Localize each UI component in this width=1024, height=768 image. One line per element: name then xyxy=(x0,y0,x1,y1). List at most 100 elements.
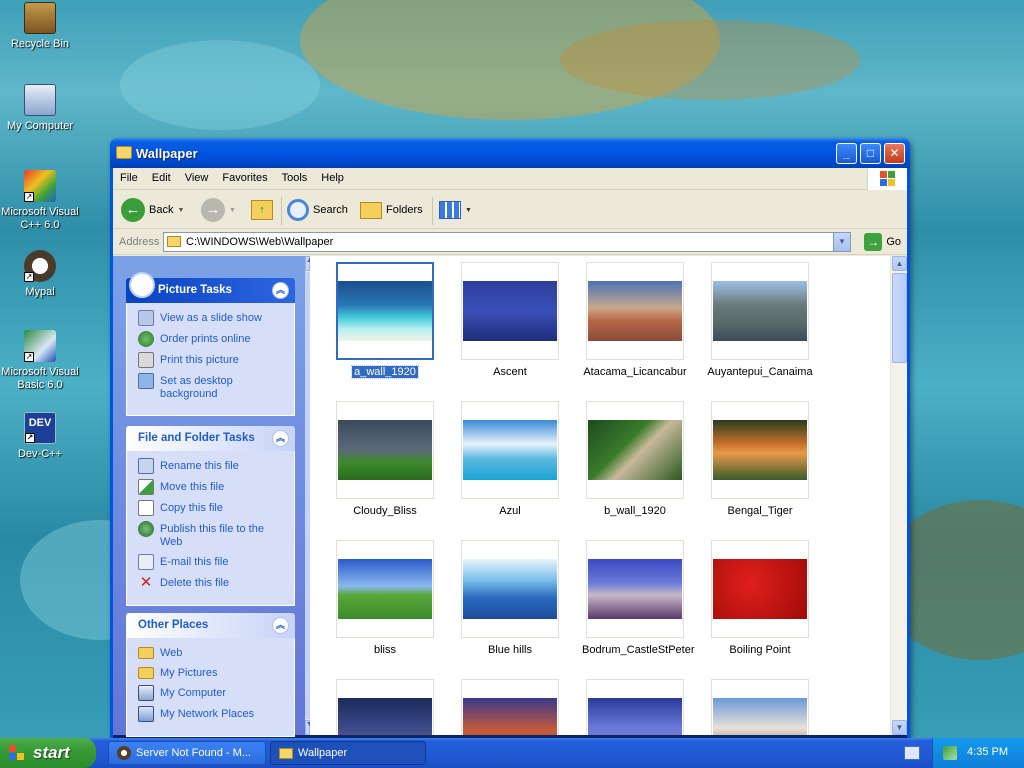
window-title: Wallpaper xyxy=(136,146,198,161)
place-my-pictures[interactable]: My Pictures xyxy=(138,667,286,680)
task-label: Rename this file xyxy=(160,460,239,472)
task-order-prints[interactable]: Order prints online xyxy=(138,331,286,347)
forward-button[interactable]: → ▼ xyxy=(201,197,236,223)
thumbnail xyxy=(713,559,807,619)
file-item-partial[interactable] xyxy=(705,679,815,735)
keyboard-icon[interactable] xyxy=(904,746,920,760)
file-name: Ascent xyxy=(493,366,527,378)
file-item[interactable]: Blue hills xyxy=(455,540,565,656)
maximize-button[interactable]: □ xyxy=(860,143,881,164)
taskbar-item-wallpaper[interactable]: Wallpaper xyxy=(270,741,426,765)
back-button[interactable]: ← Back ▼ xyxy=(121,197,184,223)
go-button[interactable]: → Go xyxy=(864,233,901,251)
file-item[interactable]: Auyantepui_Canaima xyxy=(705,262,815,378)
file-name: Azul xyxy=(499,505,521,517)
task-copy-file[interactable]: Copy this file xyxy=(138,500,286,516)
address-label: Address xyxy=(119,236,160,248)
collapse-chevron-icon[interactable]: ︽ xyxy=(272,617,289,634)
menu-help[interactable]: Help xyxy=(314,168,351,190)
thumbnail xyxy=(463,559,557,619)
file-item-partial[interactable] xyxy=(580,679,690,735)
file-item[interactable]: b_wall_1920 xyxy=(580,401,690,517)
title-bar[interactable]: Wallpaper _ □ ✕ xyxy=(110,138,910,168)
file-item[interactable]: Boiling Point xyxy=(705,540,815,656)
file-name: bliss xyxy=(373,644,396,656)
address-field[interactable]: C:\WINDOWS\Web\Wallpaper ▼ xyxy=(163,232,851,252)
file-item[interactable]: Azul xyxy=(455,401,565,517)
task-email-file[interactable]: E-mail this file xyxy=(138,554,286,570)
file-folder-tasks-header[interactable]: File and Folder Tasks ︽ xyxy=(126,426,295,451)
network-tray-icon[interactable] xyxy=(943,746,957,760)
task-label: Move this file xyxy=(160,481,225,493)
desktop-icon-mypal[interactable]: ↗ Mypal xyxy=(0,250,80,299)
up-folder-button[interactable]: ↑ xyxy=(251,197,273,223)
thumbnail xyxy=(588,281,682,341)
email-icon xyxy=(138,554,154,570)
search-button[interactable]: Search xyxy=(287,197,348,223)
folders-button[interactable]: Folders xyxy=(360,197,423,223)
file-item[interactable]: Cloudy_Bliss xyxy=(330,401,440,517)
task-slide-show[interactable]: View as a slide show xyxy=(138,310,286,326)
menu-favorites[interactable]: Favorites xyxy=(215,168,274,190)
place-label: Web xyxy=(160,647,183,659)
menu-view[interactable]: View xyxy=(178,168,216,190)
panel-title: Picture Tasks xyxy=(158,284,232,296)
task-delete-file[interactable]: ✕ Delete this file xyxy=(138,574,286,591)
task-move-file[interactable]: Move this file xyxy=(138,479,286,495)
desktop-icon-recycle-bin[interactable]: Recycle Bin xyxy=(0,2,80,51)
folders-label: Folders xyxy=(386,204,423,216)
task-print-picture[interactable]: Print this picture xyxy=(138,352,286,368)
file-item-partial[interactable] xyxy=(330,679,440,735)
panel-body: View as a slide show Order prints online… xyxy=(126,303,295,416)
file-item-partial[interactable] xyxy=(455,679,565,735)
start-button[interactable]: start xyxy=(0,738,96,768)
other-places-header[interactable]: Other Places ︽ xyxy=(126,613,295,638)
menu-tools[interactable]: Tools xyxy=(275,168,315,190)
visual-basic-icon: ↗ xyxy=(24,330,56,362)
file-item[interactable]: bliss xyxy=(330,540,440,656)
panel-title: File and Folder Tasks xyxy=(138,432,255,444)
picture-tasks-header[interactable]: Picture Tasks ︽ xyxy=(126,272,295,303)
delete-icon: ✕ xyxy=(139,574,153,591)
scroll-down-arrow-icon[interactable]: ▼ xyxy=(892,720,907,735)
desktop-icon-visual-cpp[interactable]: ↗ Microsoft Visual C++ 6.0 xyxy=(0,170,80,232)
desktop-background-icon xyxy=(138,373,154,389)
menu-file[interactable]: File xyxy=(113,168,145,190)
close-button[interactable]: ✕ xyxy=(884,143,905,164)
collapse-chevron-icon[interactable]: ︽ xyxy=(272,282,289,299)
picture-tasks-panel: Picture Tasks ︽ View as a slide show Ord… xyxy=(126,272,295,416)
views-icon xyxy=(439,201,461,219)
address-dropdown-button[interactable]: ▼ xyxy=(833,233,850,251)
file-item[interactable]: Ascent xyxy=(455,262,565,378)
desktop-icon-my-computer[interactable]: My Computer xyxy=(0,84,80,133)
taskbar-item-browser[interactable]: Server Not Found - M... xyxy=(108,741,266,765)
file-item[interactable]: Bengal_Tiger xyxy=(705,401,815,517)
task-set-desktop-background[interactable]: Set as desktop background xyxy=(138,373,286,401)
folder-icon xyxy=(167,236,181,247)
scroll-up-arrow-icon[interactable]: ▲ xyxy=(892,256,907,271)
place-my-network[interactable]: My Network Places xyxy=(138,706,286,722)
file-item[interactable]: Bodrum_CastleStPeter xyxy=(580,540,695,656)
desktop-icon-visual-basic[interactable]: ↗ Microsoft Visual Basic 6.0 xyxy=(0,330,80,392)
task-label: Print this picture xyxy=(160,354,239,366)
scrollbar-thumb[interactable] xyxy=(892,273,907,363)
collapse-chevron-icon[interactable]: ︽ xyxy=(272,430,289,447)
file-item[interactable]: Atacama_Licancabur xyxy=(580,262,690,378)
task-rename-file[interactable]: Rename this file xyxy=(138,458,286,474)
views-button[interactable]: ▼ xyxy=(439,197,472,223)
place-web[interactable]: Web xyxy=(138,647,286,660)
forward-arrow-icon: → xyxy=(201,198,225,222)
place-my-computer[interactable]: My Computer xyxy=(138,685,286,701)
task-publish-web[interactable]: Publish this file to the Web xyxy=(138,521,286,549)
thumbnail xyxy=(588,420,682,480)
menu-edit[interactable]: Edit xyxy=(145,168,178,190)
task-label: View as a slide show xyxy=(160,312,262,324)
thumbnail xyxy=(588,559,682,619)
task-label: Delete this file xyxy=(160,577,230,589)
desktop-icon-dev-cpp[interactable]: DEV ↗ Dev-C++ xyxy=(0,412,80,461)
vertical-scrollbar[interactable]: ▲ ▼ xyxy=(890,256,907,735)
file-item[interactable]: a_wall_1920 xyxy=(330,262,440,379)
minimize-button[interactable]: _ xyxy=(836,143,857,164)
folder-icon xyxy=(138,647,154,659)
chevron-down-icon: ▼ xyxy=(465,206,472,214)
